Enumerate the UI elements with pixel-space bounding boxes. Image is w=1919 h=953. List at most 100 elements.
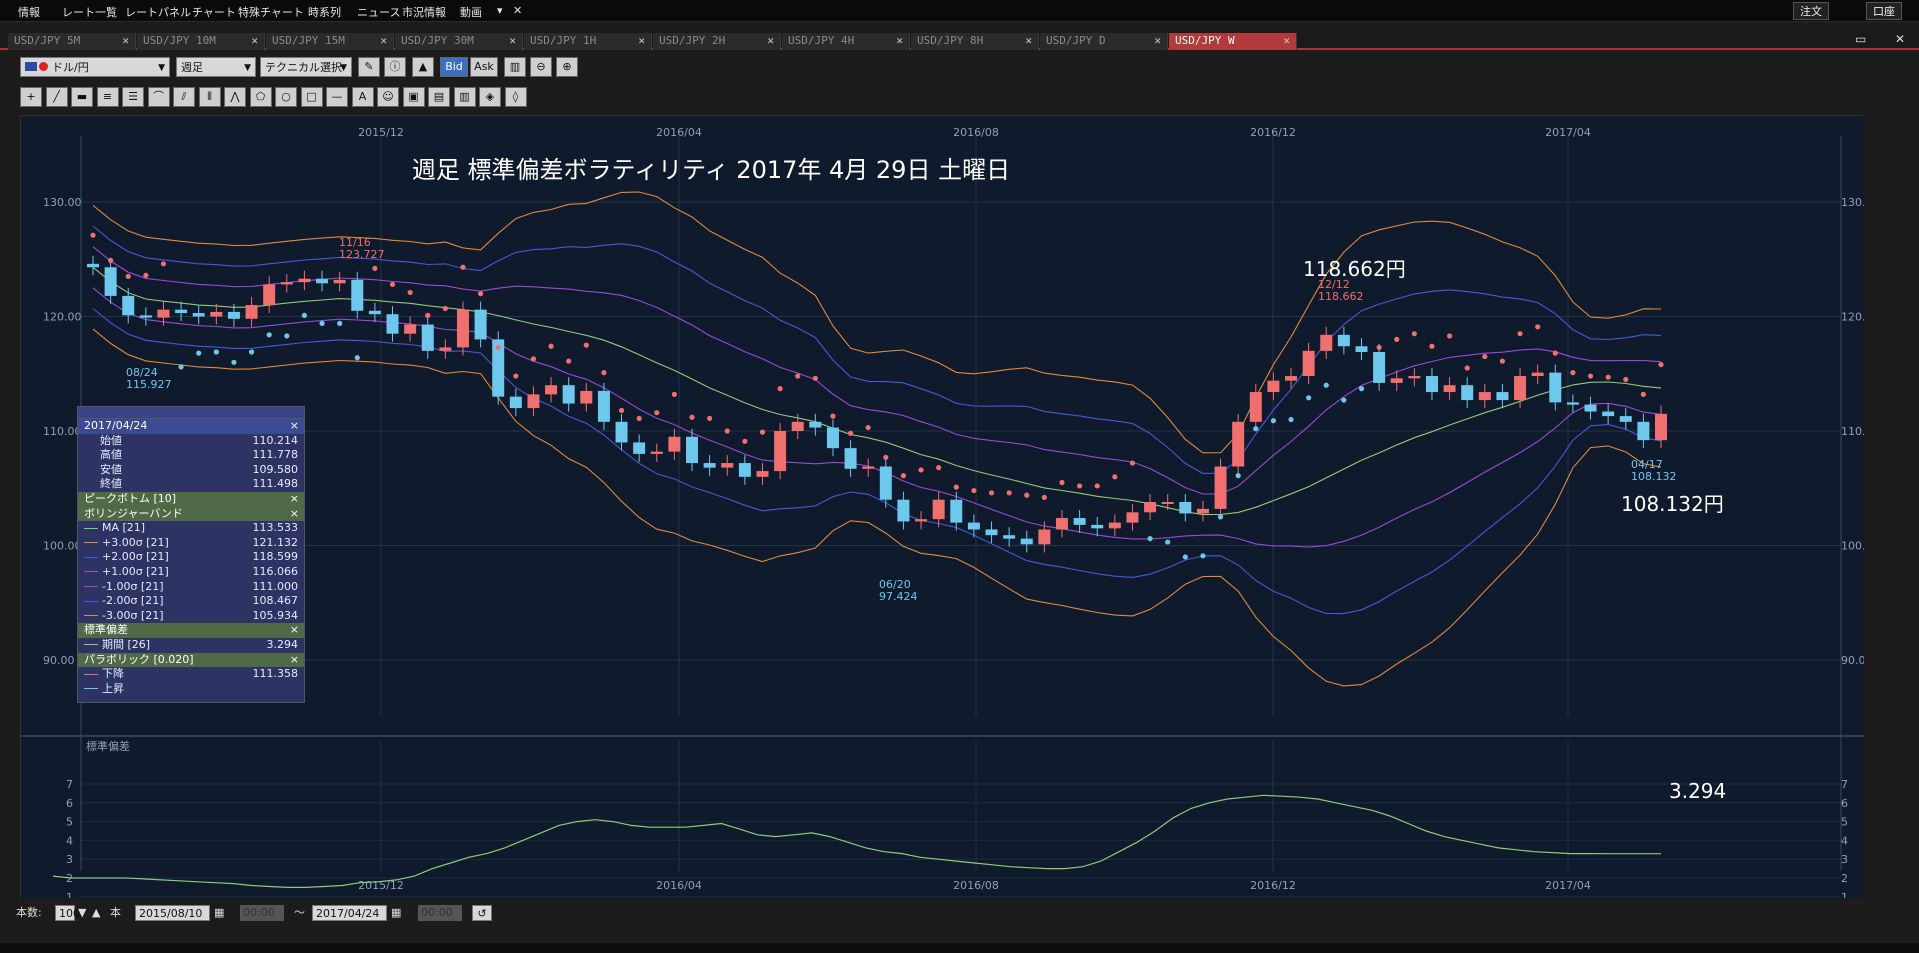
menu-item[interactable]: 動画 [460,4,482,20]
rect-tool-icon[interactable]: □ [300,87,323,107]
tab-chart[interactable]: USD/JPY 10M ✕ [137,33,265,50]
menu-close-icon[interactable]: ✕ [513,4,522,17]
tab-chart[interactable]: USD/JPY 4H ✕ [782,33,910,50]
zoom-in-icon[interactable]: ⊕ [556,57,578,77]
tab-close-icon[interactable]: ✕ [767,33,774,49]
count-up-icon[interactable]: ▲ [92,905,100,921]
indicator-legend-panel[interactable]: 2017/04/24 × 始値 110.214 高値 111.778 安値 109.580 終… [77,406,305,703]
menu-item[interactable]: 特殊チャート [238,4,304,20]
from-date-input[interactable]: 2015/08/10 [135,905,210,921]
tab-close-icon[interactable]: ✕ [896,33,903,49]
text-tool-icon[interactable]: A [351,87,374,107]
close-icon[interactable]: × [290,623,299,638]
sub-y-tick: 1 [66,891,73,898]
bid-button[interactable]: Bid [440,57,468,77]
sar-dot [795,373,801,379]
copy-tool-icon[interactable]: ▣ [402,87,425,107]
legend-drag-handle[interactable] [78,407,304,419]
tab-chart[interactable]: USD/JPY 15M ✕ [266,33,394,50]
eraser-tool-icon[interactable]: ◈ [479,87,501,107]
candle-body [809,421,822,428]
tab-close-icon[interactable]: ✕ [251,33,258,49]
candle-body [263,284,276,306]
candle-body [597,390,610,422]
hlines-tool-icon[interactable]: ☰ [122,87,144,107]
menu-item[interactable]: レート一覧 [62,4,117,20]
pentagon-tool-icon[interactable]: ⬠ [249,87,272,107]
mountain-chart-icon[interactable]: ▲ [412,57,434,77]
legend-sar-row: 下降 111.358 [78,667,304,682]
menu-more-icon[interactable]: ▾ [497,4,503,17]
close-window-icon[interactable]: ✕ [1895,32,1905,46]
candle-body [1108,522,1121,529]
restore-icon[interactable]: ▭ [1855,32,1866,46]
hline-tool-icon[interactable]: ≡ [96,87,119,107]
icon-tool-icon[interactable]: ☺ [377,87,399,107]
candle-body [915,519,928,522]
hline2-tool-icon[interactable]: — [326,87,348,107]
calendar-icon[interactable]: ▦ [214,905,224,921]
circle-tool-icon[interactable]: ○ [275,87,297,107]
vlines-tool-icon[interactable]: ⦀ [198,87,221,107]
menu-item[interactable]: ニュース [357,4,400,20]
ruler-tool-icon[interactable]: ▬ [71,87,93,107]
tab-chart[interactable]: USD/JPY 2H ✕ [653,33,781,50]
close-icon[interactable]: × [290,507,299,522]
arc-tool-icon[interactable]: ⌒ [147,87,170,107]
tab-close-icon[interactable]: ✕ [1283,33,1290,49]
pitchfork-tool-icon[interactable]: ⋀ [224,87,246,107]
sar-dot [1446,333,1453,339]
legend-bb-label: +3.00σ [21] [102,535,169,549]
menu-item[interactable]: 情報 [18,4,40,20]
menu-item[interactable]: 市況情報 [402,4,446,20]
close-icon[interactable]: × [290,492,299,507]
account-button[interactable]: 口座 [1866,2,1902,20]
sar-dot [178,364,184,370]
pencil-icon[interactable]: ✎ [358,57,380,77]
info-icon[interactable]: ⓘ [384,57,406,77]
tab-chart[interactable]: USD/JPY 8H ✕ [911,33,1039,50]
from-time-input[interactable]: 00:00 [240,905,284,921]
line-tool-icon[interactable]: ╱ [45,87,68,107]
calendar-icon[interactable]: ▦ [391,905,401,921]
technical-select[interactable]: テクニカル選択 ▼ [260,57,352,77]
sar-dot [566,358,572,364]
paste-tool-icon[interactable]: ▤ [428,87,450,107]
ask-button[interactable]: Ask [470,57,498,77]
menu-item[interactable]: レートパネル [125,4,191,20]
chevron-down-icon: ▼ [244,63,251,73]
tab-close-icon[interactable]: ✕ [509,33,516,49]
menu-item[interactable]: 時系列 [308,4,341,20]
tab-chart[interactable]: USD/JPY 5M ✕ [8,33,136,50]
tab-chart[interactable]: USD/JPY W ✕ [1169,33,1297,50]
candle-body [756,471,769,477]
currency-pair-select[interactable]: ドル/円 ▼ [20,57,170,77]
order-button[interactable]: 注文 [1793,2,1829,20]
fan-tool-icon[interactable]: ⫽ [173,87,195,107]
close-icon[interactable]: × [290,419,299,434]
tilde-label: 〜 [294,906,305,919]
clear-tool-icon[interactable]: ▥ [453,87,476,107]
to-date-input[interactable]: 2017/04/24 [312,905,387,921]
legend-ohlc-row: 安値 109.580 [78,463,304,478]
tab-close-icon[interactable]: ✕ [638,33,645,49]
tab-close-icon[interactable]: ✕ [122,33,129,49]
to-time-input[interactable]: 00:00 [418,905,462,921]
count-down-icon[interactable]: ▼ [78,905,86,921]
tab-close-icon[interactable]: ✕ [1025,33,1032,49]
tab-chart[interactable]: USD/JPY 1H ✕ [524,33,652,50]
candle-type-icon[interactable]: ▥ [504,57,526,77]
close-icon[interactable]: × [290,653,299,668]
refresh-icon[interactable]: ↺ [472,905,492,921]
tab-close-icon[interactable]: ✕ [1154,33,1161,49]
menu-item[interactable]: チャート [192,4,236,20]
delete-tool-icon[interactable]: ◊ [504,87,527,107]
cross-tool-icon[interactable]: + [20,87,42,107]
sar-dot [847,430,854,436]
count-select[interactable]: 100 [55,905,80,921]
period-select[interactable]: 週足 ▼ [176,57,256,77]
zoom-out-icon[interactable]: ⊖ [530,57,552,77]
tab-chart[interactable]: USD/JPY 30M ✕ [395,33,523,50]
tab-close-icon[interactable]: ✕ [380,33,387,49]
tab-chart[interactable]: USD/JPY D ✕ [1040,33,1168,50]
